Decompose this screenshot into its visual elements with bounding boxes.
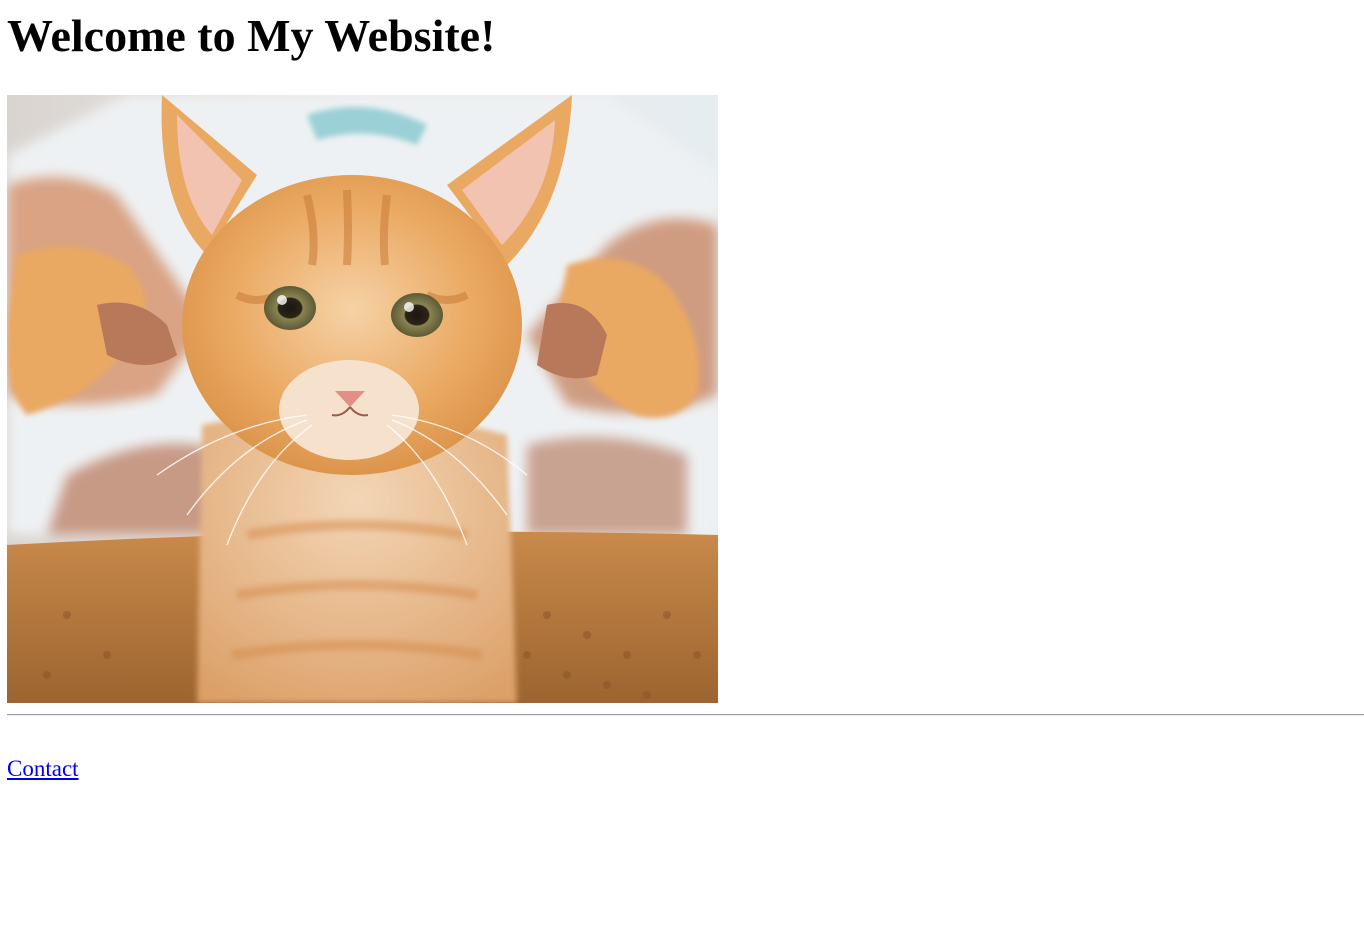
horizontal-divider <box>7 714 1364 716</box>
page-title: Welcome to My Website! <box>7 10 496 61</box>
kitten-photo <box>7 95 718 703</box>
contact-link[interactable]: Contact <box>7 755 79 783</box>
